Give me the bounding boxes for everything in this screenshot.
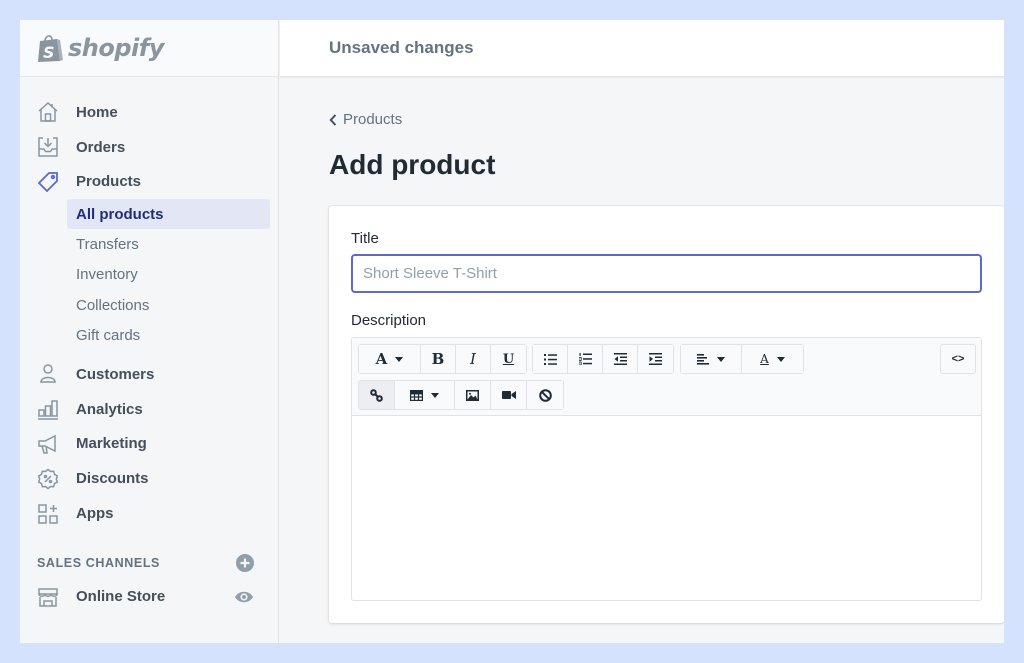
caret-down-icon [395,356,404,362]
products-submenu: All products Transfers Inventory Collect… [20,199,278,351]
sidebar-item-home[interactable]: Home [20,95,278,130]
font-style-dropdown[interactable]: A [359,345,421,373]
top-bar: Unsaved changes [280,20,1004,77]
bullet-list-button[interactable] [533,345,568,373]
video-camera-icon [501,390,516,400]
customer-icon [36,362,60,386]
sidebar-subitem-transfers[interactable]: Transfers [67,229,270,259]
sidebar-subitem-gift-cards[interactable]: Gift cards [67,321,270,351]
editor-toolbar: A B I U A <> [352,338,981,416]
bullet-list-icon [543,353,557,365]
apps-icon [36,502,60,526]
orders-icon [36,135,60,159]
sidebar-item-analytics[interactable]: Analytics [20,392,278,427]
eye-icon[interactable] [234,590,254,604]
sidebar-item-discounts[interactable]: Discounts [20,461,278,496]
block-icon [538,388,552,402]
indent-button[interactable] [638,345,673,373]
shopify-bag-icon: S [37,33,63,63]
sidebar-item-marketing[interactable]: Marketing [20,427,278,462]
svg-text:S: S [43,43,55,62]
align-left-icon [697,353,709,365]
numbered-list-icon [578,353,592,365]
caret-down-icon [431,392,439,398]
tag-icon [36,170,60,194]
link-icon [370,388,383,402]
bold-icon: B [431,350,445,368]
main-content: Products Add product Title Description A… [280,78,1004,643]
caret-down-icon [776,356,785,362]
code-view-button[interactable]: <> [940,344,976,374]
underline-icon: U [502,351,515,367]
description-label: Description [351,312,427,329]
clear-formatting-button[interactable] [527,381,563,409]
text-color-icon: A [760,352,769,366]
table-dropdown[interactable] [395,381,455,409]
page-title: Add product [329,149,496,180]
app-window: S shopify Home Orders Products All produ… [20,20,1004,643]
description-editor: A B I U A <> [351,337,982,601]
text-color-dropdown[interactable]: A [742,345,803,373]
align-dropdown[interactable] [681,345,742,373]
unsaved-changes-label: Unsaved changes [329,38,474,57]
logo[interactable]: S shopify [20,20,278,77]
outdent-button[interactable] [603,345,638,373]
product-form-card: Title Description A B I [329,206,1004,623]
sidebar-item-customers[interactable]: Customers [20,357,278,392]
link-button[interactable] [359,381,395,409]
sidebar-subitem-inventory[interactable]: Inventory [67,260,270,290]
sales-channels-header: SALES CHANNELS [20,552,278,574]
chevron-left-icon [329,113,337,126]
insert-group [358,380,564,410]
description-textarea[interactable] [352,416,981,600]
title-label: Title [351,230,379,247]
table-icon [410,389,423,401]
outdent-icon [613,353,627,365]
text-format-group: A B I U [358,344,527,374]
numbered-list-button[interactable] [568,345,603,373]
analytics-icon [36,397,60,421]
sidebar-item-apps[interactable]: Apps [20,496,278,531]
list-indent-group [532,344,674,374]
home-icon [36,100,60,124]
image-icon [466,389,479,401]
sidebar-item-products[interactable]: Products [20,165,278,200]
caret-down-icon [717,356,725,362]
discount-icon [36,467,60,491]
bold-button[interactable]: B [421,345,456,373]
font-icon: A [375,350,388,368]
brand-wordmark: shopify [68,34,164,62]
video-button[interactable] [491,381,527,409]
image-button[interactable] [455,381,491,409]
sidebar-subitem-all-products[interactable]: All products [67,199,270,230]
sidebar: S shopify Home Orders Products All produ… [20,20,279,643]
sidebar-item-online-store[interactable]: Online Store [20,580,278,614]
sidebar-subitem-collections[interactable]: Collections [67,290,270,320]
italic-icon: I [470,350,476,368]
indent-icon [649,353,662,365]
italic-button[interactable]: I [456,345,491,373]
underline-button[interactable]: U [491,345,526,373]
plus-circle-icon[interactable] [236,553,254,572]
megaphone-icon [36,432,60,456]
sidebar-item-orders[interactable]: Orders [20,130,278,165]
breadcrumb-products-link[interactable]: Products [329,111,402,128]
store-icon [36,585,60,609]
align-color-group: A [680,344,804,374]
title-input[interactable] [351,254,982,293]
